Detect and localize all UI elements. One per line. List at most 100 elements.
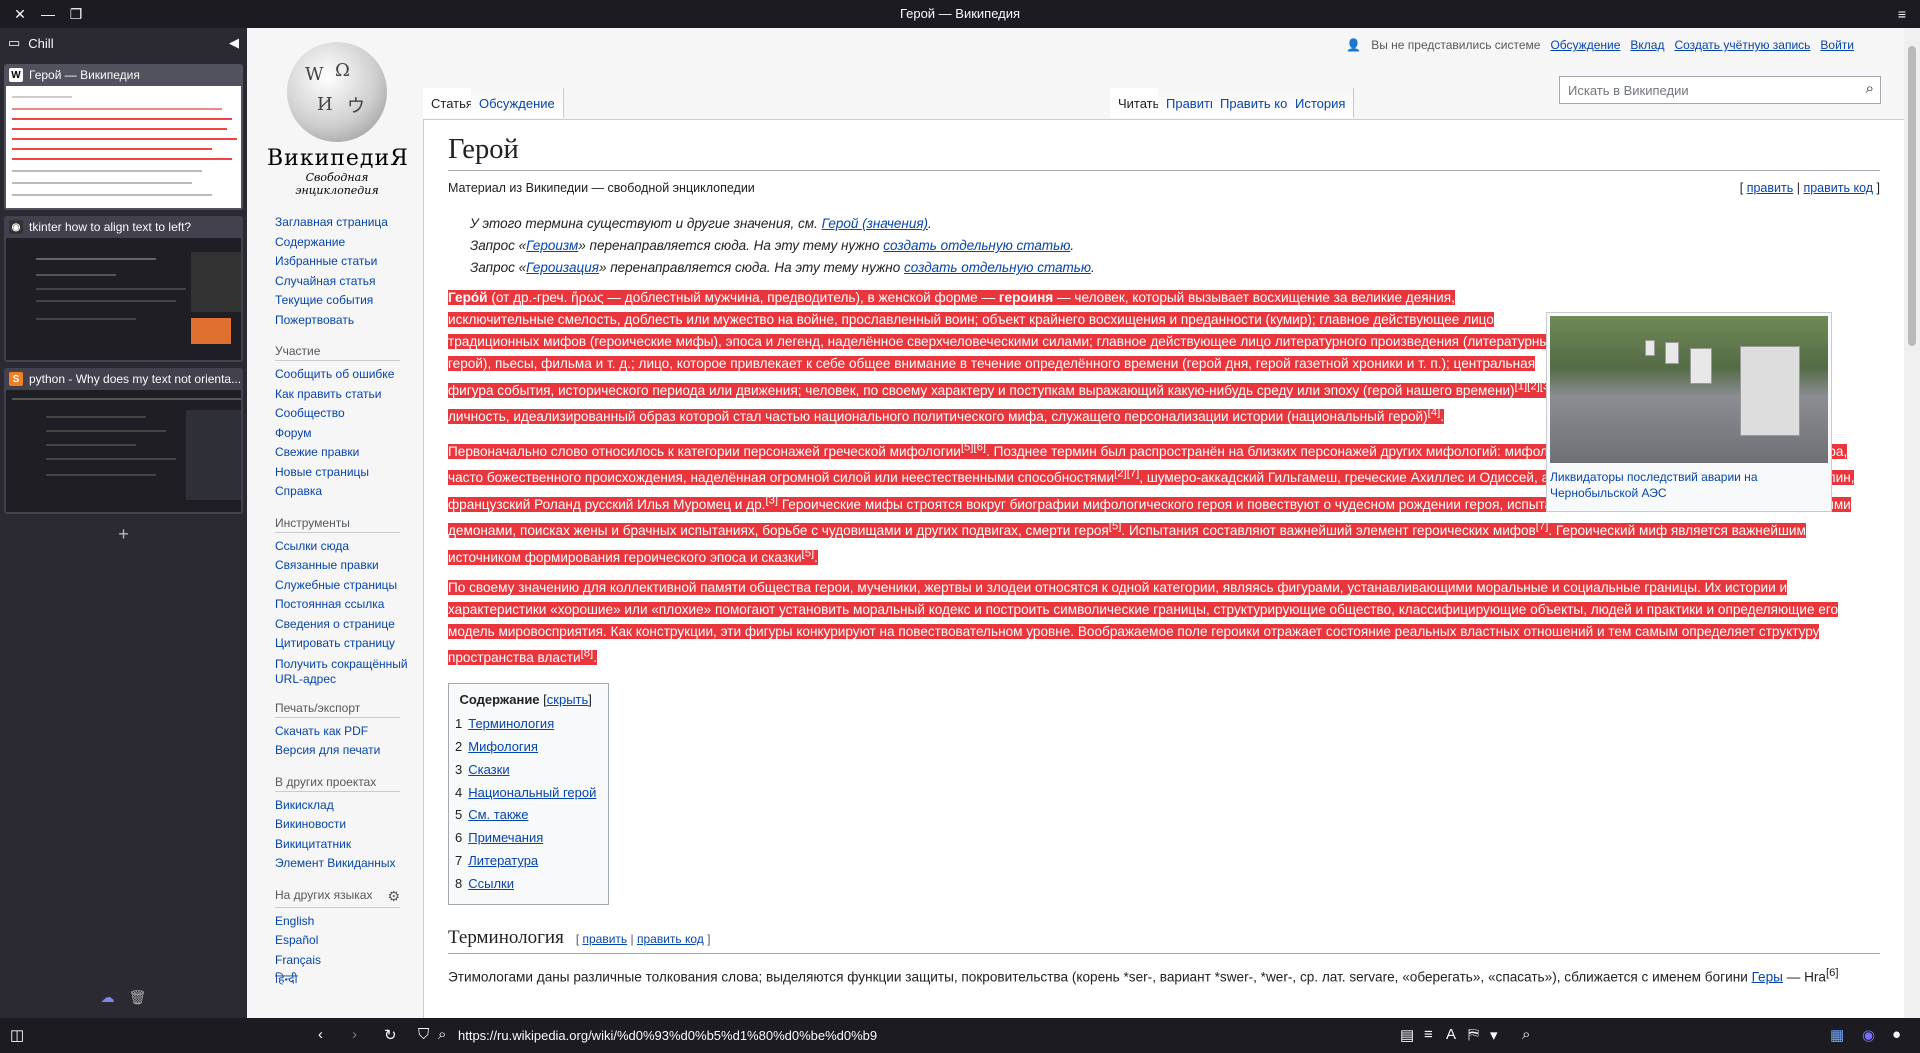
contribs-link[interactable]: Вклад [1630, 38, 1664, 52]
sidebar-tab-wikipedia[interactable]: W Герой — Википедия [4, 64, 243, 210]
bookmark-icon[interactable]: ⛿ [1468, 1026, 1479, 1043]
reload-icon[interactable]: ↻ [384, 1026, 397, 1044]
nav-featured[interactable]: Избранные статьи [275, 252, 415, 272]
nav-wikinews[interactable]: Викиновости [275, 815, 415, 835]
toc-item[interactable]: 1 Терминология [455, 713, 596, 736]
toc-item[interactable]: 8 Ссылки [455, 873, 596, 896]
portal-print-title: Печать/экспорт [275, 701, 400, 718]
article-image[interactable]: Ликвидаторы последствий аварии на Черноб… [1546, 312, 1832, 512]
section-edit-source-link[interactable]: править код [637, 932, 704, 946]
nav-community[interactable]: Сообщество [275, 404, 415, 424]
extension-icon[interactable]: ▦ [1830, 1026, 1844, 1044]
window-titlebar: ✕ — ❐ Герой — Википедия ≡ [0, 0, 1920, 28]
inline-link[interactable]: Геры [1752, 969, 1783, 984]
avatar[interactable]: ● [1892, 1026, 1901, 1043]
chernobyl-photo[interactable] [1550, 316, 1828, 463]
section-edit-link[interactable]: править [583, 932, 628, 946]
toc-item[interactable]: 5 См. также [455, 804, 596, 827]
nav-new-pages[interactable]: Новые страницы [275, 463, 415, 483]
reader-view-icon[interactable]: ▤ [1400, 1026, 1414, 1044]
lang-hindi[interactable]: हिन्दी [275, 970, 415, 990]
nav-printable[interactable]: Версия для печати [275, 741, 415, 761]
anon-label: Вы не представились системе [1371, 38, 1541, 52]
tab-discussion[interactable]: Обсуждение [471, 88, 564, 118]
toc-item[interactable]: 6 Примечания [455, 827, 596, 850]
hatnote-link[interactable]: Герой (значения) [822, 216, 928, 231]
cloud-icon[interactable]: ☁ [101, 989, 115, 1006]
nav-short-url[interactable]: Получить сокращённый URL-адрес [275, 657, 415, 687]
forward-icon[interactable]: › [352, 1026, 357, 1043]
nav-special-pages[interactable]: Служебные страницы [275, 576, 415, 596]
image-caption[interactable]: Ликвидаторы последствий аварии на Черноб… [1550, 469, 1828, 501]
list-icon[interactable]: ≡ [1424, 1026, 1433, 1043]
nav-contents[interactable]: Содержание [275, 233, 415, 253]
nav-what-links-here[interactable]: Ссылки сюда [275, 537, 415, 557]
hatnote-link[interactable]: Героизм [526, 238, 578, 253]
back-icon[interactable]: ‹ [318, 1026, 323, 1043]
nav-commons[interactable]: Викисклад [275, 796, 415, 816]
toc-title: Содержание [459, 692, 540, 708]
search-placeholder: Искать в Википедии [1568, 83, 1689, 98]
hatnote: У этого термина существуют и другие знач… [470, 216, 1095, 275]
sidebar-tab-stackoverflow[interactable]: S python - Why does my text not orienta.… [4, 368, 243, 514]
nav-main-page[interactable]: Заглавная страница [275, 213, 415, 233]
find-icon[interactable]: ⌕ [1522, 1026, 1530, 1043]
collapse-triangle-icon[interactable]: ◀ [229, 35, 239, 51]
nav-related-changes[interactable]: Связанные правки [275, 556, 415, 576]
url-field[interactable]: https://ru.wikipedia.org/wiki/%d0%93%d0%… [458, 1028, 877, 1043]
hatnote-link[interactable]: создать отдельную статью [904, 260, 1091, 275]
nav-cite[interactable]: Цитировать страницу [275, 634, 415, 654]
login-link[interactable]: Войти [1820, 38, 1854, 52]
shield-icon[interactable]: ⛉ [418, 1026, 429, 1043]
toc-item[interactable]: 4 Национальный герой [455, 782, 596, 805]
nav-permalink[interactable]: Постоянная ссылка [275, 595, 415, 615]
nav-forum[interactable]: Форум [275, 424, 415, 444]
nav-how-to-edit[interactable]: Как править статьи [275, 385, 415, 405]
workspace-header[interactable]: ▭ Chill ◀ [0, 28, 247, 58]
page-scrollbar[interactable] [1904, 28, 1920, 1018]
search-input[interactable]: Искать в Википедии ⌕ [1559, 76, 1881, 104]
lang-english[interactable]: English [275, 912, 415, 932]
sidebar-tab-tkinter[interactable]: ◉ tkinter how to align text to left? [4, 216, 243, 362]
nav-page-info[interactable]: Сведения о странице [275, 615, 415, 635]
hamburger-menu-icon[interactable]: ≡ [1888, 0, 1916, 28]
translate-icon[interactable]: A [1446, 1026, 1456, 1043]
talk-link[interactable]: Обсуждение [1550, 38, 1620, 52]
extension-icon[interactable]: ◉ [1862, 1026, 1875, 1044]
nav-help[interactable]: Справка [275, 482, 415, 502]
hatnote-link[interactable]: Героизация [526, 260, 599, 275]
new-tab-button[interactable]: + [0, 524, 247, 545]
nav-donate[interactable]: Пожертвовать [275, 311, 415, 331]
sidebar-toggle-icon[interactable]: ◫ [10, 1026, 24, 1044]
nav-wikiquote[interactable]: Викицитатник [275, 835, 415, 855]
lang-spanish[interactable]: Español [275, 931, 415, 951]
nav-recent-changes[interactable]: Свежие правки [275, 443, 415, 463]
search-icon[interactable]: ⌕ [1866, 80, 1874, 97]
tab-thumbnail [6, 238, 241, 360]
edit-link[interactable]: править [1747, 181, 1794, 195]
page-title: Герой [448, 134, 1880, 171]
hatnote-link[interactable]: создать отдельную статью [883, 238, 1070, 253]
trash-icon[interactable]: 🗑 [129, 989, 147, 1006]
toc-item[interactable]: 3 Сказки [455, 759, 596, 782]
personal-tools: 👤 Вы не представились системе Обсуждение… [1346, 38, 1854, 52]
nav-current-events[interactable]: Текущие события [275, 291, 415, 311]
portal-langs-title: На других языках ⚙ [275, 888, 400, 908]
create-account-link[interactable]: Создать учётную запись [1674, 38, 1810, 52]
nav-random[interactable]: Случайная статья [275, 272, 415, 292]
edit-source-link[interactable]: править код [1803, 181, 1873, 195]
lang-french[interactable]: Français [275, 951, 415, 971]
toc-item[interactable]: 7 Литература [455, 850, 596, 873]
chevron-down-icon[interactable]: ▾ [1490, 1026, 1498, 1044]
toc-hide-link[interactable]: скрыть [547, 692, 589, 707]
nav-download-pdf[interactable]: Скачать как PDF [275, 722, 415, 742]
portal-participation-title: Участие [275, 344, 400, 361]
gear-icon[interactable]: ⚙ [387, 888, 400, 905]
nav-wikidata[interactable]: Элемент Викиданных [275, 854, 415, 874]
wikipedia-logo[interactable]: W Ω И ウ ВикипедиЯ Свободная энциклопедия [267, 42, 408, 197]
toc-item[interactable]: 2 Мифология [455, 736, 596, 759]
paragraph-3: По своему значению для коллективной памя… [448, 579, 1839, 666]
tab-history[interactable]: История [1287, 88, 1355, 118]
nav-report-error[interactable]: Сообщить об ошибке [275, 365, 415, 385]
article-content: Герой Материал из Википедии — свободной … [423, 119, 1904, 1018]
